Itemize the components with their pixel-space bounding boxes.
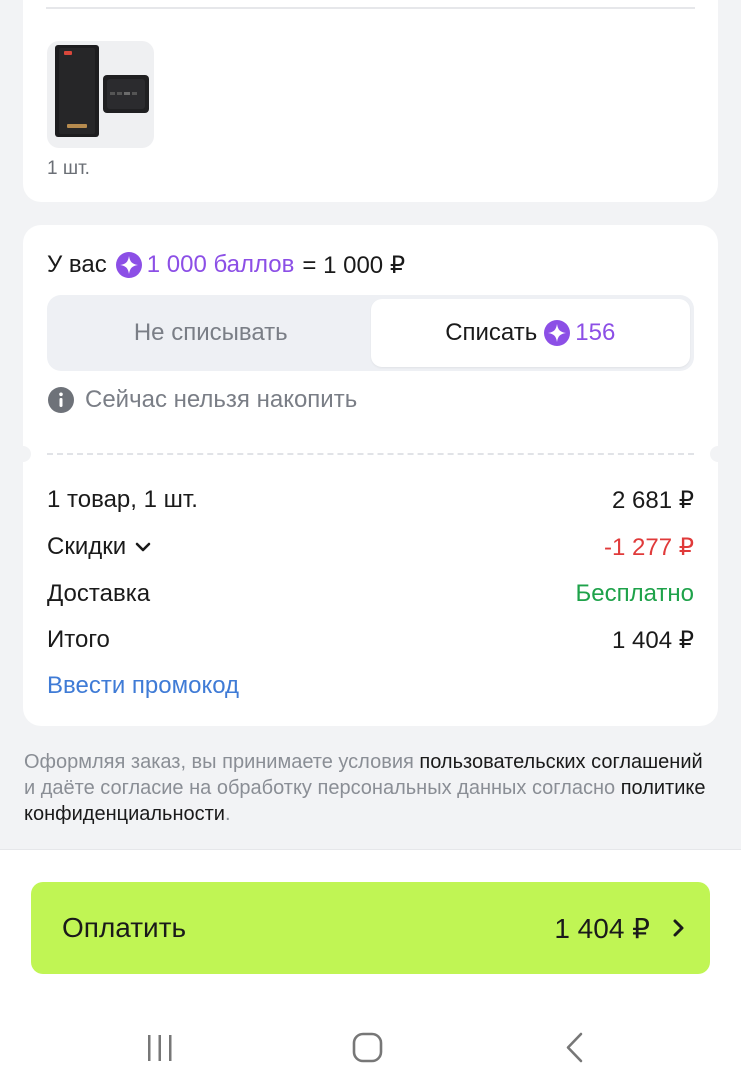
- home-icon[interactable]: [348, 1029, 388, 1069]
- item-quantity: 1 шт.: [47, 158, 90, 179]
- system-navigation-bar: [0, 1025, 741, 1071]
- legal-text-2: и даёте согласие на обработку персональн…: [24, 777, 621, 799]
- total-row: Итого 1 404 ₽: [47, 624, 694, 656]
- spend-label: Списать: [445, 319, 538, 346]
- items-label: 1 товар, 1 шт.: [47, 486, 198, 513]
- info-text: Сейчас нельзя накопить: [85, 386, 358, 413]
- points-star-icon: [544, 320, 571, 346]
- chevron-down-icon: [135, 542, 151, 552]
- discounts-label: Скидки: [47, 533, 127, 560]
- legal-text-3: .: [224, 803, 231, 825]
- pay-button[interactable]: Оплатить 1 404 ₽: [31, 882, 710, 974]
- legal-text-1: Оформляя заказ, вы принимаете условия: [24, 751, 420, 773]
- delivery-label: Доставка: [47, 580, 151, 607]
- power-bank-image: [55, 45, 149, 137]
- bottom-bar: Оплатить 1 404 ₽: [0, 849, 741, 1090]
- user-agreements-link[interactable]: пользовательских соглашений: [419, 751, 702, 773]
- product-thumbnail[interactable]: [47, 41, 154, 148]
- pay-label: Оплатить: [62, 912, 187, 943]
- total-label: Итого: [47, 626, 110, 653]
- points-info: Сейчас нельзя накопить: [47, 385, 357, 415]
- points-toggle: Не списывать Списать 156: [47, 295, 694, 371]
- items-row: 1 товар, 1 шт. 2 681 ₽: [47, 484, 694, 516]
- payment-summary-card: У вас 1 000 баллов = 1 000 ₽ Не списыват…: [15, 225, 726, 726]
- total-value: 1 404 ₽: [612, 626, 694, 654]
- items-price: 2 681 ₽: [612, 486, 694, 514]
- points-equivalent: = 1 000 ₽: [302, 251, 406, 279]
- recent-apps-icon[interactable]: [140, 1029, 180, 1069]
- dont-spend-points-option[interactable]: Не списывать: [51, 299, 371, 367]
- points-prefix: У вас: [47, 251, 107, 278]
- discounts-value: -1 277 ₽: [604, 533, 694, 561]
- back-icon[interactable]: [556, 1029, 596, 1069]
- spend-amount: 156: [575, 319, 616, 346]
- points-balance: У вас 1 000 баллов = 1 000 ₽: [47, 249, 405, 281]
- points-amount: 1 000 баллов: [146, 251, 295, 278]
- checkout-page: 1 шт. У вас 1 000 баллов = 1 000 ₽ Не сп…: [0, 0, 741, 1090]
- divider: [46, 7, 695, 9]
- order-items-card: 1 шт.: [23, 0, 718, 202]
- pay-amount: 1 404 ₽: [554, 912, 650, 944]
- dashed-separator: [15, 446, 726, 462]
- points-star-icon: [115, 252, 142, 278]
- discounts-row[interactable]: Скидки -1 277 ₽: [47, 531, 694, 563]
- legal-notice: Оформляя заказ, вы принимаете условия по…: [24, 749, 714, 827]
- delivery-row: Доставка Бесплатно: [47, 578, 694, 610]
- info-icon: [48, 387, 74, 413]
- delivery-value: Бесплатно: [575, 580, 694, 607]
- chevron-right-icon: [673, 919, 684, 937]
- spend-points-option[interactable]: Списать 156: [370, 299, 690, 367]
- enter-promo-code-link[interactable]: Ввести промокод: [47, 672, 239, 700]
- dont-spend-label: Не списывать: [133, 319, 288, 346]
